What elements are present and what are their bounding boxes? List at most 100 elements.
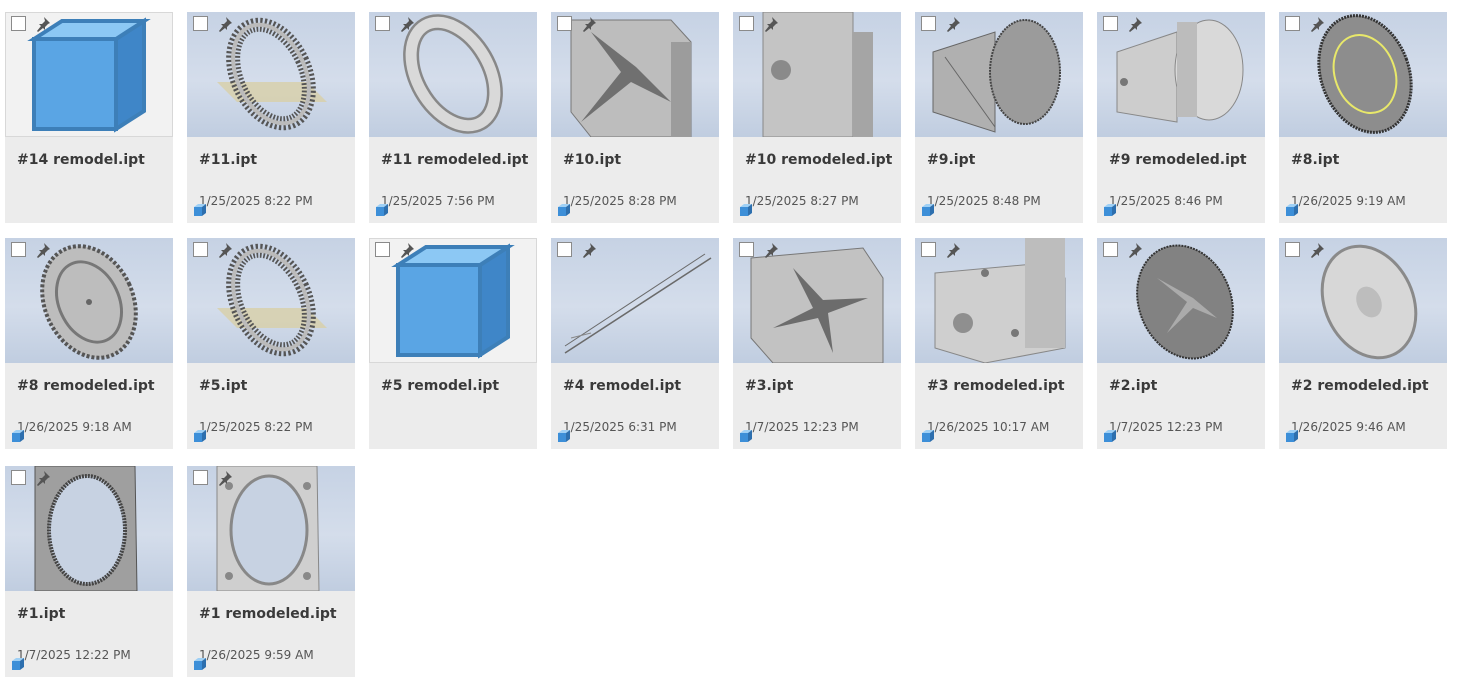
file-thumbnail[interactable] <box>187 238 355 363</box>
file-thumbnail[interactable] <box>915 238 1083 363</box>
file-name[interactable]: #5 remodel.ipt <box>381 376 531 396</box>
part-file-icon <box>376 204 388 216</box>
file-name[interactable]: #8 remodeled.ipt <box>17 376 167 396</box>
file-modified-date: 1/25/2025 8:22 PM <box>199 420 313 434</box>
file-name[interactable]: #1 remodeled.ipt <box>199 604 349 624</box>
file-card[interactable]: #14 remodel.ipt <box>5 12 173 223</box>
file-name[interactable]: #3.ipt <box>745 376 895 396</box>
file-thumbnail[interactable] <box>369 238 537 363</box>
pin-icon[interactable] <box>1126 15 1144 33</box>
file-thumbnail[interactable] <box>5 466 173 591</box>
file-thumbnail[interactable] <box>915 12 1083 137</box>
file-card[interactable]: #1.ipt 1/7/2025 12:22 PM <box>5 466 173 677</box>
select-checkbox[interactable] <box>1103 242 1118 257</box>
select-checkbox[interactable] <box>1103 16 1118 31</box>
file-card[interactable]: #10.ipt 1/25/2025 8:28 PM <box>551 12 719 223</box>
file-card[interactable]: #10 remodeled.ipt 1/25/2025 8:27 PM <box>733 12 901 223</box>
file-card[interactable]: #11 remodeled.ipt 1/25/2025 7:56 PM <box>369 12 537 223</box>
select-checkbox[interactable] <box>921 16 936 31</box>
part-file-icon <box>194 204 206 216</box>
file-name[interactable]: #11.ipt <box>199 150 349 170</box>
select-checkbox[interactable] <box>557 242 572 257</box>
file-name[interactable]: #10 remodeled.ipt <box>745 150 895 170</box>
pin-icon[interactable] <box>580 241 598 259</box>
pin-icon[interactable] <box>216 241 234 259</box>
select-checkbox[interactable] <box>11 16 26 31</box>
file-card[interactable]: #1 remodeled.ipt 1/26/2025 9:59 AM <box>187 466 355 677</box>
pin-icon[interactable] <box>216 469 234 487</box>
file-name[interactable]: #4 remodel.ipt <box>563 376 713 396</box>
file-name[interactable]: #11 remodeled.ipt <box>381 150 531 170</box>
file-card[interactable]: #4 remodel.ipt 1/25/2025 6:31 PM <box>551 238 719 449</box>
file-name[interactable]: #3 remodeled.ipt <box>927 376 1077 396</box>
file-thumbnail[interactable] <box>733 12 901 137</box>
select-checkbox[interactable] <box>11 242 26 257</box>
select-checkbox[interactable] <box>193 470 208 485</box>
part-file-icon <box>194 658 206 670</box>
file-thumbnail[interactable] <box>551 238 719 363</box>
select-checkbox[interactable] <box>557 16 572 31</box>
pin-icon[interactable] <box>762 241 780 259</box>
part-file-icon <box>194 430 206 442</box>
pin-icon[interactable] <box>944 15 962 33</box>
file-card[interactable]: #3.ipt 1/7/2025 12:23 PM <box>733 238 901 449</box>
pin-icon[interactable] <box>398 15 416 33</box>
file-card[interactable]: #2 remodeled.ipt 1/26/2025 9:46 AM <box>1279 238 1447 449</box>
pin-icon[interactable] <box>34 15 52 33</box>
file-thumbnail[interactable] <box>1279 12 1447 137</box>
file-card[interactable]: #2.ipt 1/7/2025 12:23 PM <box>1097 238 1265 449</box>
select-checkbox[interactable] <box>1285 242 1300 257</box>
file-thumbnail[interactable] <box>733 238 901 363</box>
pin-icon[interactable] <box>34 469 52 487</box>
file-name[interactable]: #9.ipt <box>927 150 1077 170</box>
pin-icon[interactable] <box>1126 241 1144 259</box>
file-card[interactable]: #3 remodeled.ipt 1/26/2025 10:17 AM <box>915 238 1083 449</box>
file-name[interactable]: #10.ipt <box>563 150 713 170</box>
file-card[interactable]: #5.ipt 1/25/2025 8:22 PM <box>187 238 355 449</box>
select-checkbox[interactable] <box>193 242 208 257</box>
pin-icon[interactable] <box>34 241 52 259</box>
file-name[interactable]: #9 remodeled.ipt <box>1109 150 1259 170</box>
file-card[interactable]: #11.ipt 1/25/2025 8:22 PM <box>187 12 355 223</box>
file-card[interactable]: #9.ipt 1/25/2025 8:48 PM <box>915 12 1083 223</box>
file-card[interactable]: #8.ipt 1/26/2025 9:19 AM <box>1279 12 1447 223</box>
pin-icon[interactable] <box>1308 241 1326 259</box>
select-checkbox[interactable] <box>921 242 936 257</box>
file-thumbnail[interactable] <box>1097 238 1265 363</box>
file-modified-date: 1/7/2025 12:23 PM <box>745 420 859 434</box>
file-name[interactable]: #8.ipt <box>1291 150 1441 170</box>
pin-icon[interactable] <box>762 15 780 33</box>
pin-icon[interactable] <box>216 15 234 33</box>
file-name[interactable]: #14 remodel.ipt <box>17 150 167 170</box>
select-checkbox[interactable] <box>193 16 208 31</box>
file-thumbnail[interactable] <box>5 12 173 137</box>
file-name[interactable]: #5.ipt <box>199 376 349 396</box>
pin-icon[interactable] <box>1308 15 1326 33</box>
file-thumbnail[interactable] <box>1097 12 1265 137</box>
part-file-icon <box>12 658 24 670</box>
select-checkbox[interactable] <box>11 470 26 485</box>
file-thumbnail[interactable] <box>551 12 719 137</box>
file-card[interactable]: #9 remodeled.ipt 1/25/2025 8:46 PM <box>1097 12 1265 223</box>
select-checkbox[interactable] <box>739 16 754 31</box>
pin-icon[interactable] <box>944 241 962 259</box>
file-name[interactable]: #2 remodeled.ipt <box>1291 376 1441 396</box>
select-checkbox[interactable] <box>1285 16 1300 31</box>
file-card[interactable]: #8 remodeled.ipt 1/26/2025 9:18 AM <box>5 238 173 449</box>
file-thumbnail[interactable] <box>187 12 355 137</box>
select-checkbox[interactable] <box>375 242 390 257</box>
file-modified-date: 1/25/2025 8:27 PM <box>745 194 859 208</box>
file-thumbnail[interactable] <box>5 238 173 363</box>
file-grid: #14 remodel.ipt #11.ipt 1/25/2025 8:22 P… <box>5 12 1465 677</box>
file-card[interactable]: #5 remodel.ipt <box>369 238 537 449</box>
select-checkbox[interactable] <box>739 242 754 257</box>
model-preview-image <box>40 244 138 360</box>
pin-icon[interactable] <box>580 15 598 33</box>
file-thumbnail[interactable] <box>369 12 537 137</box>
file-name[interactable]: #1.ipt <box>17 604 167 624</box>
file-name[interactable]: #2.ipt <box>1109 376 1259 396</box>
file-thumbnail[interactable] <box>187 466 355 591</box>
file-thumbnail[interactable] <box>1279 238 1447 363</box>
pin-icon[interactable] <box>398 241 416 259</box>
select-checkbox[interactable] <box>375 16 390 31</box>
